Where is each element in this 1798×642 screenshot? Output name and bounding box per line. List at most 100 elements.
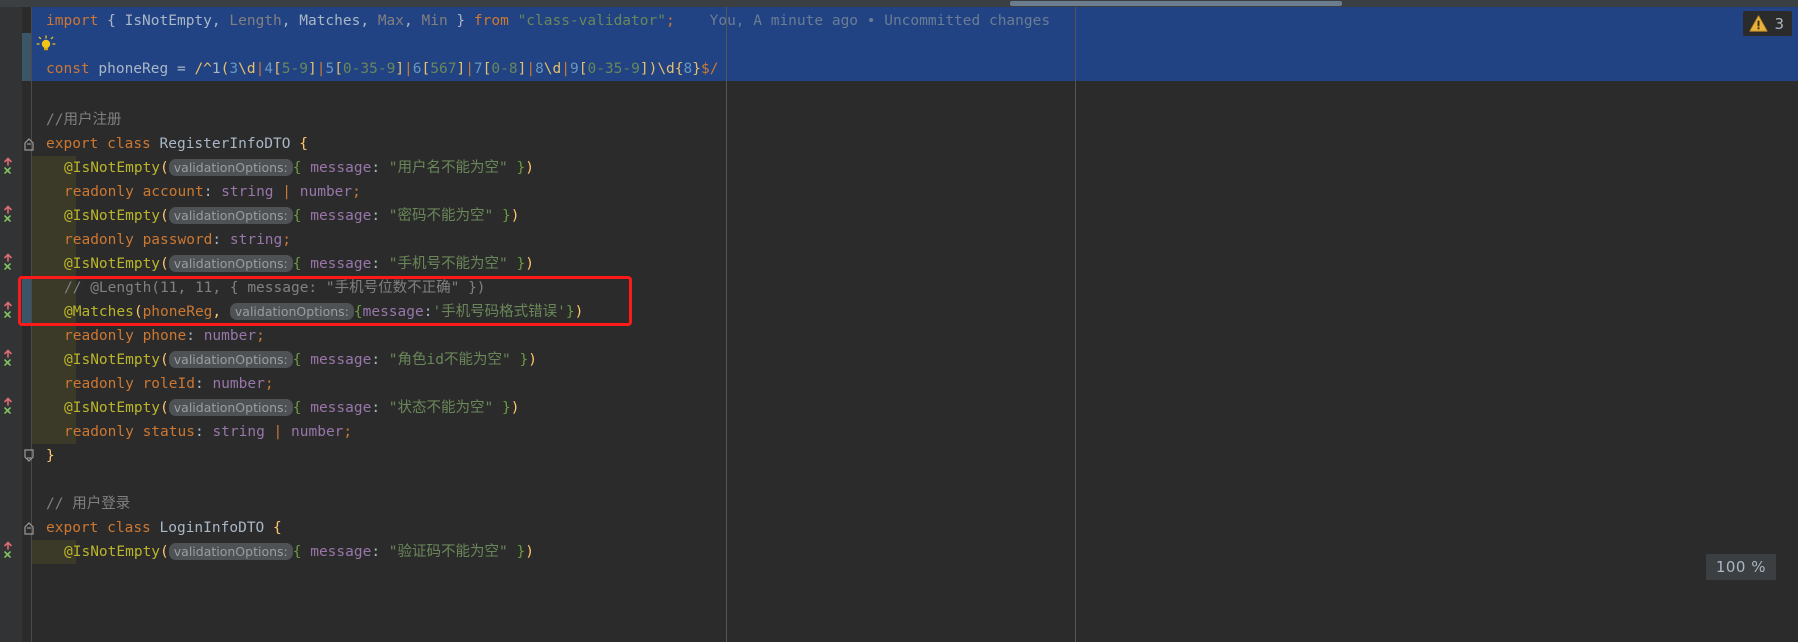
code-token: "手机号不能为空" [388,256,508,272]
implementing-member-icon[interactable] [2,252,20,276]
implementing-member-icon[interactable] [2,156,20,180]
code-line[interactable]: export class LoginInfoDTO { [32,516,282,540]
code-line[interactable]: @IsNotEmpty(validationOptions:{ message:… [32,204,519,228]
code-line[interactable]: @Matches(phoneReg, validationOptions: {me… [32,300,583,324]
code-token: // @Length(11, 11, { message: "手机号位数不正确"… [64,280,486,296]
code-token: \d [657,61,675,77]
editor-window: import { IsNotEmpty, Length, Matches, Ma… [0,0,1798,642]
vcs-change-marker[interactable] [22,276,31,326]
code-token: : [371,256,389,272]
code-token: message [310,256,372,272]
code-token: ) [510,208,520,224]
code-token: 6 [412,61,422,77]
code-line[interactable] [32,468,46,492]
code-token: phoneReg [142,304,213,320]
horizontal-scrollbar-thumb[interactable] [1010,1,1342,6]
code-token: ( [133,304,143,320]
inline-parameter-hint: validationOptions: [168,207,293,224]
code-token: readonly [64,424,134,440]
code-token: const [46,61,90,77]
code-line[interactable]: import { IsNotEmpty, Length, Matches, Ma… [32,9,1050,33]
code-line[interactable]: readonly password: string; [32,228,291,252]
vcs-change-marker[interactable] [22,33,31,81]
implementing-member-icon[interactable] [2,300,20,324]
code-line[interactable]: @IsNotEmpty(validationOptions:{ message:… [32,540,534,564]
code-token: ( [160,352,169,368]
code-line[interactable]: export class RegisterInfoDTO { [32,132,308,156]
code-token: [ [273,61,282,77]
code-line[interactable]: //用户注册 [32,108,121,132]
code-token: message [310,160,372,176]
code-token: 8 [535,61,544,77]
code-line[interactable]: readonly status: string | number; [32,420,352,444]
code-token: : [371,400,389,416]
implementing-member-icon[interactable] [2,540,20,564]
code-token: number [203,328,257,344]
code-token: readonly [64,376,134,392]
code-token: ) [574,304,584,320]
code-token: "验证码不能为空" [388,544,508,560]
code-token: 567 [430,61,457,77]
inspection-warning-badge[interactable]: 3 [1743,11,1792,36]
code-line[interactable]: readonly account: string | number; [32,180,361,204]
code-token: { [273,520,282,536]
code-text-layer[interactable]: import { IsNotEmpty, Length, Matches, Ma… [32,7,1798,642]
code-token: status [142,424,195,440]
code-line[interactable]: @IsNotEmpty(validationOptions:{ message:… [32,396,519,420]
horizontal-scrollbar-track[interactable] [0,0,1798,7]
code-line[interactable]: // @Length(11, 11, { message: "手机号位数不正确"… [32,276,486,300]
code-token: "class-validator" [517,13,666,29]
code-line[interactable] [32,33,46,57]
code-token: } [502,208,511,224]
code-token: number [291,424,344,440]
code-line[interactable] [32,81,46,105]
code-token: class [107,136,151,152]
code-token: string [212,424,265,440]
code-token: } [519,352,529,368]
code-token: { [674,61,684,77]
code-token: @IsNotEmpty [64,400,161,416]
code-line[interactable]: const phoneReg = /^1(3\d|4[5-9]|5[0-35-9… [32,57,718,81]
code-token: 7 [473,61,483,77]
code-line[interactable]: readonly roleId: number; [32,372,274,396]
code-token: ( [160,400,169,416]
code-token: 0-35-9 [342,61,396,77]
inline-parameter-hint: validationOptions: [168,255,293,272]
implementing-member-icon[interactable] [2,348,20,372]
warning-triangle-icon [1749,15,1768,32]
code-line[interactable]: readonly phone: number; [32,324,265,348]
code-token: ) [510,400,520,416]
implementing-member-icon[interactable] [2,204,20,228]
code-token: ]) [639,61,658,77]
code-token: You, [709,13,754,29]
code-token: { [353,304,363,320]
code-token: 8 [683,61,693,77]
inline-parameter-hint: validationOptions: [168,399,293,416]
implementing-member-icon[interactable] [2,396,20,420]
code-token: [ [334,61,343,77]
code-line[interactable]: @IsNotEmpty(validationOptions:{ message:… [32,252,534,276]
code-editor-surface[interactable]: import { IsNotEmpty, Length, Matches, Ma… [0,7,1798,642]
code-token: } [502,400,511,416]
code-token: | [526,61,536,77]
code-token: RegisterInfoDTO [159,136,291,152]
code-token: number [299,184,353,200]
code-line[interactable]: // 用户登录 [32,492,130,516]
code-token: phone [142,328,187,344]
code-line[interactable]: @IsNotEmpty(validationOptions:{ message:… [32,348,537,372]
code-token: "状态不能为空" [388,400,494,416]
code-line[interactable]: @IsNotEmpty(validationOptions:{ message:… [32,156,534,180]
code-token: | [404,61,413,77]
code-line[interactable]: } [32,444,55,468]
code-token: 1 [211,61,221,77]
pane-separator-left [726,7,727,642]
code-token: Max [377,13,405,29]
